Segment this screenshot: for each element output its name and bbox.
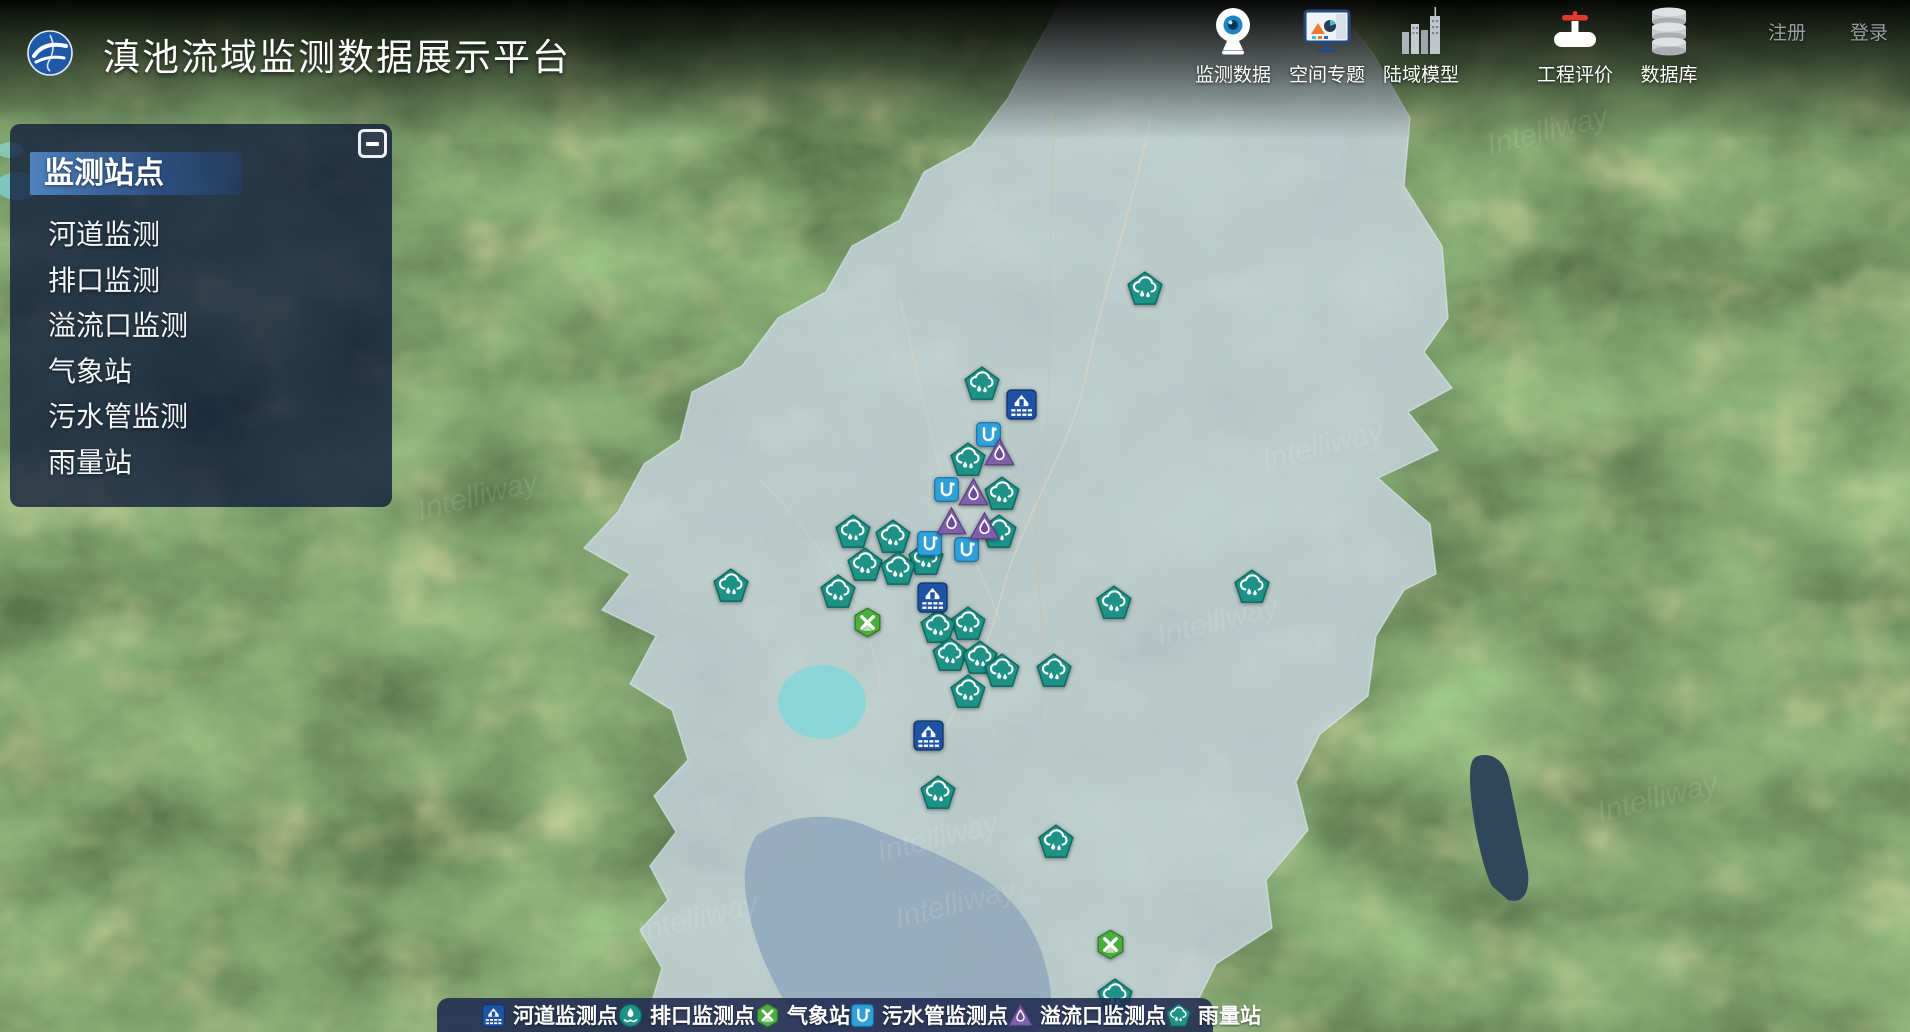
station-menu: 河道监测 排口监测 溢流口监测 气象站 污水管监测 雨量站 — [48, 212, 372, 485]
pipe-valve-icon — [1548, 4, 1602, 58]
nav-label: 空间专题 — [1289, 60, 1365, 87]
map-legend: 河道监测点 排口监测点 气象站 污水管监测点 溢流口监测点 雨量站 — [437, 998, 1213, 1032]
login-link[interactable]: 登录 — [1850, 18, 1888, 45]
monitoring-stations-panel: 监测站点 河道监测 排口监测 溢流口监测 气象站 污水管监测 雨量站 — [10, 124, 392, 507]
main-nav: 监测数据 空间专题 — [1186, 4, 1716, 87]
legend-item-overflow[interactable]: 溢流口监测点 — [1008, 1000, 1166, 1030]
marker-weather[interactable] — [1095, 929, 1126, 960]
logo-icon — [26, 29, 74, 77]
marker-weather[interactable] — [852, 607, 883, 638]
nav-item-project-evaluation[interactable]: 工程评价 — [1528, 4, 1622, 87]
marker-rain[interactable] — [713, 568, 749, 604]
city-buildings-icon — [1394, 4, 1448, 58]
marker-overflow[interactable] — [969, 511, 1000, 542]
marker-rain[interactable] — [1038, 824, 1074, 860]
minus-icon — [366, 142, 379, 146]
sidebar-item-overflow-monitoring[interactable]: 溢流口监测 — [48, 303, 372, 349]
nav-item-database[interactable]: 数据库 — [1622, 4, 1716, 87]
legend-item-rain[interactable]: 雨量站 — [1166, 1000, 1261, 1030]
marker-sewer[interactable] — [933, 476, 960, 503]
legend-item-outfall[interactable]: 排口监测点 — [618, 1000, 755, 1030]
marker-river[interactable] — [1005, 388, 1038, 421]
sidebar-item-weather-station[interactable]: 气象站 — [48, 349, 372, 395]
marker-river[interactable] — [912, 719, 945, 752]
sidebar-item-rain-gauge[interactable]: 雨量站 — [48, 440, 372, 486]
sidebar-item-sewer-monitoring[interactable]: 污水管监测 — [48, 394, 372, 440]
legend-label: 污水管监测点 — [882, 1000, 1008, 1030]
register-link[interactable]: 注册 — [1768, 18, 1806, 45]
page-title: 滇池流域监测数据展示平台 — [103, 27, 571, 81]
camera-icon — [1206, 4, 1260, 58]
nav-item-land-model[interactable]: 陆域模型 — [1374, 4, 1468, 87]
platform-logo — [26, 29, 74, 77]
collapse-panel-button[interactable] — [358, 129, 387, 158]
marker-rain[interactable] — [950, 674, 986, 710]
marker-rain[interactable] — [1127, 271, 1163, 307]
panel-title[interactable]: 监测站点 — [30, 152, 242, 195]
nav-label: 数据库 — [1640, 60, 1697, 87]
app-window: Intelliway Intelliway Intelliway Intelli… — [0, 0, 1910, 1032]
weather-marker-icon — [755, 1003, 780, 1028]
marker-rain[interactable] — [920, 775, 956, 811]
marker-rain[interactable] — [964, 366, 1000, 402]
legend-label: 溢流口监测点 — [1040, 1000, 1166, 1030]
marker-overflow[interactable] — [936, 506, 967, 537]
monitor-chart-icon — [1300, 4, 1354, 58]
marker-overflow[interactable] — [958, 477, 989, 508]
nav-label: 工程评价 — [1537, 60, 1613, 87]
legend-item-river[interactable]: 河道监测点 — [481, 1000, 618, 1030]
nav-item-spatial-theme[interactable]: 空间专题 — [1280, 4, 1374, 87]
legend-label: 气象站 — [787, 1000, 850, 1030]
marker-rain[interactable] — [880, 551, 916, 587]
database-icon — [1642, 4, 1696, 58]
river-marker-icon — [481, 1003, 506, 1028]
marker-rain[interactable] — [835, 514, 871, 550]
marker-rain[interactable] — [984, 653, 1020, 689]
marker-rain[interactable] — [1096, 585, 1132, 621]
legend-item-weather[interactable]: 气象站 — [755, 1000, 850, 1030]
legend-item-sewer[interactable]: 污水管监测点 — [850, 1000, 1008, 1030]
caohai-lake — [778, 665, 866, 739]
legend-label: 雨量站 — [1198, 1000, 1261, 1030]
rain-marker-icon — [1166, 1003, 1191, 1028]
nav-label: 陆域模型 — [1383, 60, 1459, 87]
marker-rain[interactable] — [1234, 569, 1270, 605]
legend-label: 排口监测点 — [650, 1000, 755, 1030]
auth-links: 注册 登录 — [1768, 18, 1888, 45]
nav-item-monitoring-data[interactable]: 监测数据 — [1186, 4, 1280, 87]
marker-rain[interactable] — [820, 574, 856, 610]
marker-river[interactable] — [916, 581, 949, 614]
nav-label: 监测数据 — [1195, 60, 1271, 87]
marker-rain[interactable] — [984, 476, 1020, 512]
sidebar-item-outfall-monitoring[interactable]: 排口监测 — [48, 258, 372, 304]
sewer-marker-icon — [850, 1003, 875, 1028]
top-header: 滇池流域监测数据展示平台 监测数据 — [0, 0, 1910, 96]
marker-overflow[interactable] — [984, 437, 1015, 468]
legend-label: 河道监测点 — [513, 1000, 618, 1030]
sidebar-item-river-monitoring[interactable]: 河道监测 — [48, 212, 372, 258]
outfall-marker-icon — [618, 1003, 643, 1028]
marker-rain[interactable] — [1036, 653, 1072, 689]
overflow-marker-icon — [1008, 1003, 1033, 1028]
